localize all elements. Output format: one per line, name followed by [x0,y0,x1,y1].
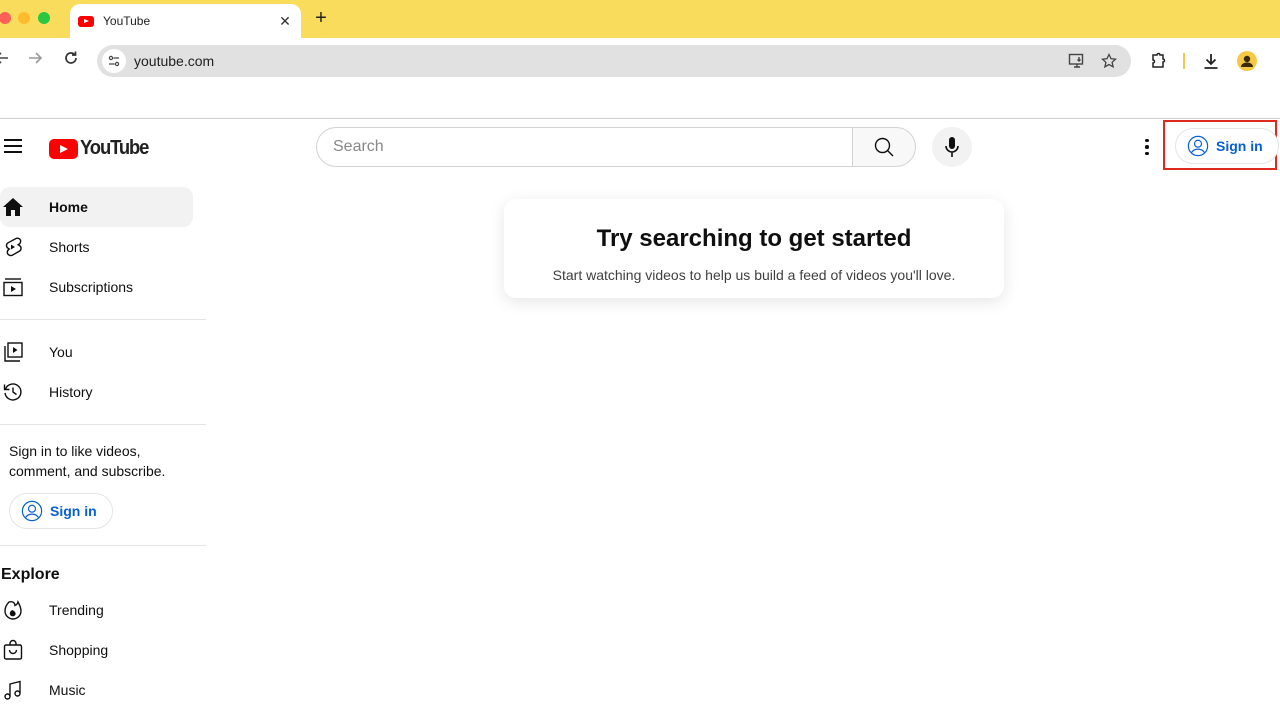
music-note-icon [4,680,21,700]
account-circle-icon [21,500,43,522]
site-info-button[interactable] [102,49,126,73]
guide-menu-button[interactable] [4,139,22,153]
empty-feed-card: Try searching to get started Start watch… [504,199,1004,298]
window-minimize-button[interactable] [18,12,30,24]
browser-tab-youtube[interactable]: YouTube ✕ [70,4,301,38]
puzzle-icon [1152,52,1166,68]
sidebar-item-you[interactable]: You [0,332,193,372]
window-maximize-button[interactable] [38,12,50,24]
sidebar-item-label: You [49,344,73,360]
sidebar-sign-in-button[interactable]: Sign in [9,493,113,529]
sign-in-button[interactable]: Sign in [1175,128,1279,164]
shopping-bag-icon [3,639,23,660]
sidebar-item-home[interactable]: Home [0,187,193,227]
subscriptions-icon [3,278,23,297]
browser-tabstrip: YouTube ✕ + [0,0,1280,38]
profile-avatar[interactable] [1237,51,1257,71]
youtube-play-icon [49,138,78,159]
sidebar-item-history[interactable]: History [0,372,193,412]
address-bar[interactable]: youtube.com [97,45,1131,77]
settings-more-button[interactable] [1135,135,1159,159]
sidebar-item-music[interactable]: Music [0,670,193,710]
search-icon [874,137,894,157]
browser-toolbar: youtube.com [0,38,1280,84]
home-icon [3,198,23,216]
trending-icon [4,599,22,620]
tune-icon [108,55,120,67]
star-icon [1101,53,1117,69]
empty-feed-title: Try searching to get started [596,225,912,252]
microphone-icon [945,137,959,157]
reload-button[interactable] [61,50,81,71]
youtube-masthead: YouTube Sign in [0,119,1280,175]
url-text[interactable]: youtube.com [134,53,1067,69]
you-icon [4,342,23,362]
close-tab-icon[interactable]: ✕ [277,13,293,30]
sidebar-item-label: Shopping [49,642,109,658]
back-arrow-icon [0,52,8,64]
guide-sidebar: Home Shorts Subscriptions You History Si… [0,187,206,710]
youtube-logo[interactable]: YouTube [49,137,154,160]
reload-icon [65,51,77,64]
new-tab-button[interactable]: + [312,8,330,28]
sidebar-item-subscriptions[interactable]: Subscriptions [0,267,193,307]
install-app-icon [1068,53,1084,68]
sidebar-item-label: Subscriptions [49,279,134,295]
sidebar-item-trending[interactable]: Trending [0,590,193,630]
sidebar-item-label: Music [49,682,86,698]
history-icon [3,383,22,401]
sidebar-item-shorts[interactable]: Shorts [0,227,193,267]
back-button[interactable] [0,50,12,71]
logo-text: YouTube [80,137,149,159]
empty-feed-subtitle: Start watching videos to help us build a… [552,267,956,283]
search-button[interactable] [852,127,916,167]
shorts-icon [5,237,22,257]
sidebar-item-shopping[interactable]: Shopping [0,630,193,670]
search-input[interactable] [316,127,852,167]
youtube-favicon-icon [78,15,94,27]
sidebar-item-label: Home [49,199,88,215]
download-icon [1204,54,1218,69]
person-icon [1241,55,1253,67]
bookmark-button[interactable] [1099,51,1119,71]
sign-in-label: Sign in [50,503,97,519]
forward-arrow-icon [29,52,43,64]
extensions-button[interactable] [1148,51,1168,71]
sidebar-signin-section: Sign in to like videos, comment, and sub… [0,425,206,545]
search-box [316,127,916,167]
account-circle-icon [1187,135,1209,157]
sidebar-item-label: Trending [49,602,104,618]
sidebar-item-label: History [49,384,93,400]
install-app-button[interactable] [1067,51,1087,71]
downloads-button[interactable] [1201,51,1221,71]
sign-in-label: Sign in [1216,138,1263,154]
tab-title: YouTube [103,14,151,28]
explore-heading: Explore [1,566,60,583]
sidebar-item-label: Shorts [49,239,90,255]
forward-button[interactable] [25,50,45,71]
voice-search-button[interactable] [932,127,972,167]
signin-prompt-text: Sign in to like videos, comment, and sub… [9,443,166,479]
window-close-button[interactable] [0,12,11,24]
toolbar-separator [1183,53,1185,69]
